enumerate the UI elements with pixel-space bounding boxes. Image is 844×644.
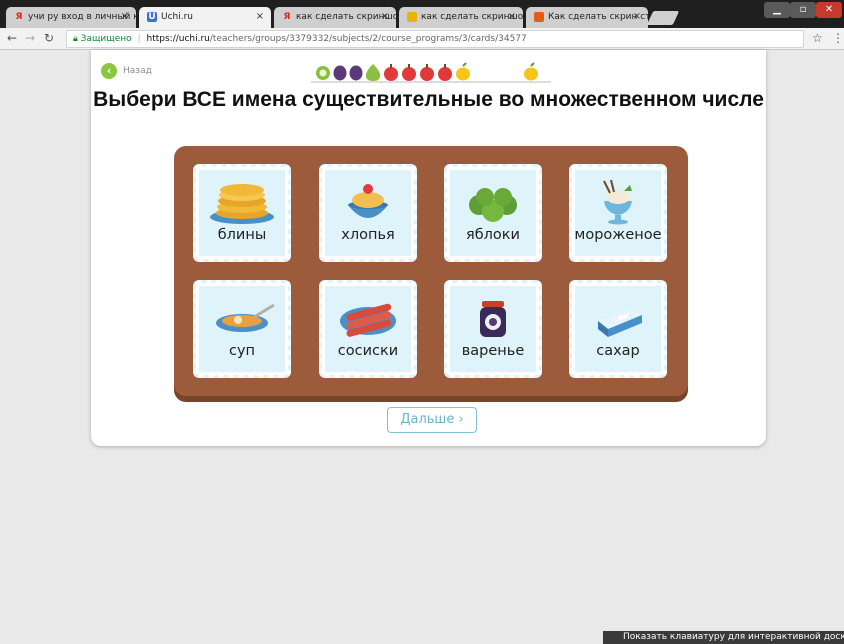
yandex-icon: Я: [283, 12, 291, 22]
soup-icon: [216, 303, 275, 332]
reload-icon[interactable]: ↻: [44, 31, 54, 45]
tab-label: Uchi.ru: [161, 12, 194, 22]
apple-icon: [402, 64, 416, 81]
secure-label: Защищено: [80, 34, 132, 44]
maximize-button[interactable]: ▫: [790, 2, 816, 18]
lime-icon: [316, 66, 330, 80]
url-host: https://uchi.ru: [146, 34, 210, 44]
card-label: суп: [228, 343, 256, 359]
answer-card-morozhenoe[interactable]: мороженое: [569, 164, 667, 262]
answer-card-sup[interactable]: суп: [193, 280, 291, 378]
close-icon[interactable]: ×: [381, 11, 389, 22]
show-keyboard-button[interactable]: Показать клавиатуру для интерактивной до…: [603, 631, 844, 644]
sausages-icon: [340, 303, 396, 337]
next-button[interactable]: Дальше ›: [387, 407, 477, 433]
answer-card-khlopya[interactable]: хлопья: [319, 164, 417, 262]
answer-card-yabloki[interactable]: яблоки: [444, 164, 542, 262]
url-field[interactable]: 🔒︎ Защищено | https://uchi.ru/teachers/g…: [66, 30, 804, 48]
close-icon[interactable]: ×: [508, 11, 516, 22]
close-icon[interactable]: ×: [256, 11, 264, 22]
apple-icon: [420, 64, 434, 81]
jam-icon: [480, 301, 506, 337]
yandex-icon: Я: [15, 12, 23, 22]
back-button[interactable]: ‹ Назад: [101, 63, 152, 79]
progress-fruits: [311, 62, 551, 83]
apples-icon: [469, 188, 517, 222]
address-bar: ← → ↻ 🔒︎ Защищено | https://uchi.ru/teac…: [0, 28, 844, 50]
lock-icon: 🔒︎: [73, 34, 78, 44]
new-tab-button[interactable]: [646, 11, 680, 25]
answer-card-bliny[interactable]: блины: [193, 164, 291, 262]
tab-5[interactable]: Как сделать скрин стра ×: [526, 7, 648, 28]
tab-1[interactable]: Я учи ру вход в личный к ×: [6, 7, 136, 28]
pancakes-icon: [210, 184, 274, 224]
tab-3[interactable]: Я как сделать скриншот с ×: [274, 7, 396, 28]
close-icon[interactable]: ×: [121, 11, 129, 22]
card-label: яблоки: [466, 227, 520, 243]
card-label: варенье: [461, 343, 525, 359]
back-arrow-icon[interactable]: ←: [7, 31, 17, 45]
back-label: Назад: [123, 66, 152, 76]
ice-cream-icon: [603, 179, 632, 225]
chevron-left-icon: ‹: [101, 63, 117, 79]
url-path: /teachers/groups/3379332/subjects/2/cour…: [209, 34, 527, 44]
separator: |: [137, 34, 141, 44]
lemon-icon: [456, 62, 470, 81]
card-label: блины: [217, 227, 267, 243]
sugar-icon: [598, 309, 642, 337]
plum-icon: [333, 65, 347, 81]
tab-2[interactable]: U Uchi.ru ×: [139, 7, 271, 28]
card-label: сосиски: [337, 343, 399, 359]
answer-card-varenye[interactable]: варенье: [444, 280, 542, 378]
lemon-icon: [524, 62, 538, 81]
tab-bar: Я учи ру вход в личный к × U Uchi.ru × Я…: [0, 0, 844, 28]
page-icon: [534, 12, 544, 22]
minimize-button[interactable]: ▁: [764, 2, 790, 18]
cereal-icon: [348, 184, 388, 218]
close-window-button[interactable]: ✕: [816, 2, 842, 18]
answer-card-sosiski[interactable]: сосиски: [319, 280, 417, 378]
apple-icon: [438, 64, 452, 81]
card-label: мороженое: [574, 227, 662, 243]
plum-icon: [349, 65, 363, 81]
table: блины хлопья яблоки мороженое суп сосиск…: [174, 146, 688, 396]
close-icon[interactable]: ×: [633, 11, 641, 22]
forward-arrow-icon[interactable]: →: [25, 31, 35, 45]
card-label: хлопья: [341, 227, 395, 243]
menu-icon[interactable]: ⋮: [832, 31, 844, 45]
card-label: сахар: [596, 343, 640, 359]
tab-4[interactable]: как сделать скриншот с ×: [399, 7, 523, 28]
apple-icon: [384, 64, 398, 81]
uchi-icon: U: [147, 12, 157, 22]
answer-card-sakhar[interactable]: сахар: [569, 280, 667, 378]
bookmark-star-icon[interactable]: ☆: [812, 31, 823, 45]
page-title: Выбери ВСЕ имена существительные во множ…: [93, 88, 764, 111]
pear-icon: [365, 64, 381, 81]
screenshot-icon: [407, 12, 417, 22]
